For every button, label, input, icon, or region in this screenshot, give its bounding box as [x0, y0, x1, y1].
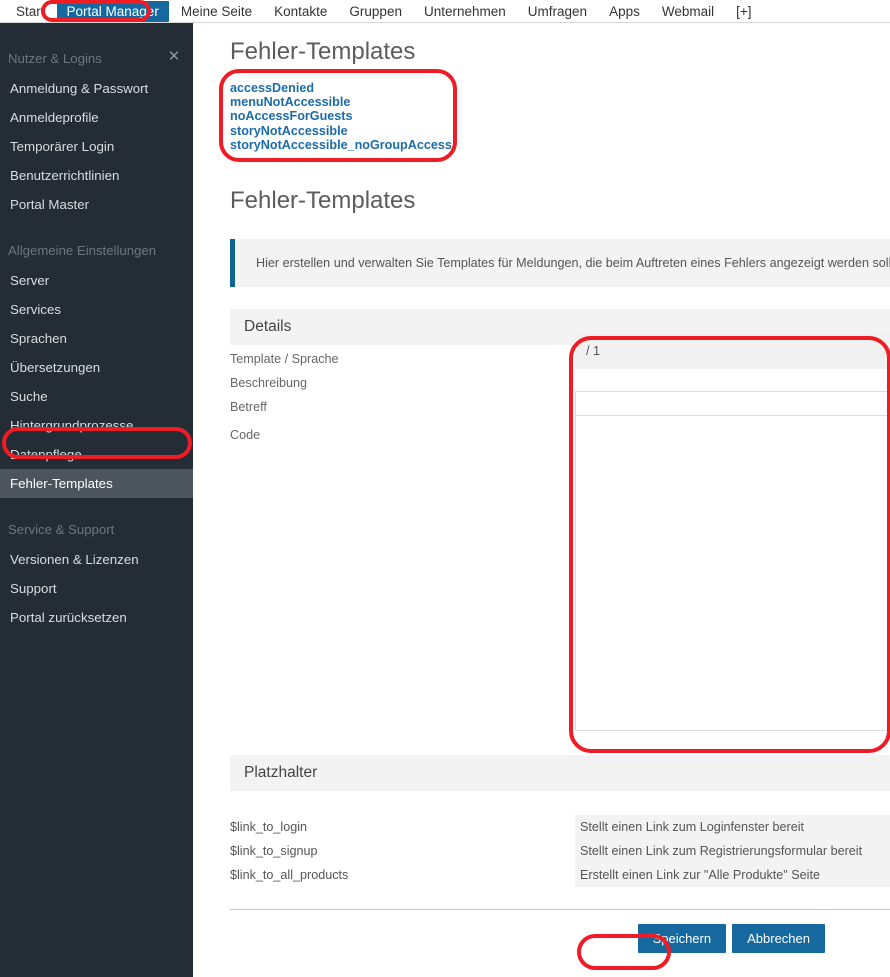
info-box: Hier erstellen und verwalten Sie Templat…: [230, 239, 890, 288]
placeholder-key-link-to-login: $link_to_login: [230, 820, 308, 835]
placeholder-desc-link-to-login: Stellt einen Link zum Loginfenster berei…: [575, 815, 890, 840]
cancel-button[interactable]: Abbrechen: [732, 924, 825, 954]
form-row-beschreibung: Beschreibung: [230, 369, 890, 393]
sidebar-item-temporaerer-login[interactable]: Temporärer Login: [0, 132, 193, 161]
topnav-item-gruppen[interactable]: Gruppen: [339, 1, 412, 22]
code-textarea[interactable]: [575, 415, 890, 732]
save-button[interactable]: Speichern: [637, 924, 727, 954]
topnav-item-add-more[interactable]: [+]: [726, 1, 761, 22]
placeholder-desc-link-to-signup: Stellt einen Link zum Registrierungsform…: [575, 839, 890, 864]
sidebar-group-service-support: Service & Support: [8, 522, 115, 537]
sidebar-item-suche[interactable]: Suche: [0, 382, 193, 411]
app-root: Start Portal Manager Meine Seite Kontakt…: [0, 0, 890, 977]
placeholder-desc-link-to-all-products: Erstellt einen Link zur "Alle Produkte" …: [575, 863, 890, 888]
template-link-noaccessforguests[interactable]: noAccessForGuests: [230, 109, 352, 123]
form-action-bar: Speichern Abbrechen: [230, 924, 890, 954]
topnav-item-kontakte[interactable]: Kontakte: [264, 1, 337, 22]
sidebar-item-datenpflege[interactable]: Datenpflege: [0, 440, 193, 469]
topnav-item-unternehmen[interactable]: Unternehmen: [414, 1, 516, 22]
template-link-storynotaccessible-nogroupaccess[interactable]: storyNotAccessible_noGroupAccess: [230, 138, 452, 152]
topnav-item-portal-manager[interactable]: Portal Manager: [56, 0, 169, 22]
placeholder-key-link-to-all-products: $link_to_all_products: [230, 868, 349, 883]
topnav-item-meine-seite[interactable]: Meine Seite: [171, 1, 262, 22]
template-link-list: accessDenied menuNotAccessible noAccessF…: [193, 67, 890, 152]
placeholder-row-signup: $link_to_signup Stellt einen Link zum Re…: [230, 839, 890, 864]
sidebar-item-server[interactable]: Server: [0, 266, 193, 295]
form-label-template-sprache: Template / Sprache: [230, 352, 339, 367]
topnav-item-apps[interactable]: Apps: [599, 1, 650, 22]
form-label-code: Code: [230, 428, 261, 443]
close-icon[interactable]: ✕: [167, 49, 181, 64]
form-footer-divider: [230, 909, 890, 911]
placeholder-row-all-products: $link_to_all_products Erstellt einen Lin…: [230, 863, 890, 888]
topnav-item-start[interactable]: Start: [6, 1, 55, 22]
sidebar-item-anmeldeprofile[interactable]: Anmeldeprofile: [0, 103, 193, 132]
sidebar-item-uebersetzungen[interactable]: Übersetzungen: [0, 353, 193, 382]
main-content: Fehler-Templates accessDenied menuNotAcc…: [193, 23, 890, 977]
form-label-betreff: Betreff: [230, 400, 267, 415]
placeholder-table: $link_to_login Stellt einen Link zum Log…: [230, 815, 890, 888]
topnav-item-webmail[interactable]: Webmail: [652, 1, 724, 22]
form-label-beschreibung: Beschreibung: [230, 376, 308, 391]
sidebar-item-sprachen[interactable]: Sprachen: [0, 324, 193, 353]
section-title: Fehler-Templates: [230, 187, 416, 215]
sidebar-item-portal-master[interactable]: Portal Master: [0, 190, 193, 219]
template-link-accessdenied[interactable]: accessDenied: [230, 81, 314, 95]
sidebar: ✕ Nutzer & Logins Anmeldung & Passwort A…: [0, 23, 193, 977]
sidebar-item-support[interactable]: Support: [0, 574, 193, 603]
form-row-code: Code: [230, 415, 890, 732]
sidebar-item-services[interactable]: Services: [0, 295, 193, 324]
topnav-item-umfragen[interactable]: Umfragen: [518, 1, 597, 22]
sidebar-item-fehler-templates[interactable]: Fehler-Templates: [0, 469, 193, 498]
template-link-menunotaccessible[interactable]: menuNotAccessible: [230, 95, 350, 109]
sidebar-item-anmeldung-passwort[interactable]: Anmeldung & Passwort: [0, 74, 193, 103]
betreff-input[interactable]: [575, 391, 890, 417]
platzhalter-band-title: Platzhalter: [230, 755, 890, 792]
template-sprache-select[interactable]: / 1: [575, 333, 890, 370]
page-title: Fehler-Templates: [230, 38, 416, 65]
template-link-storynotaccessible[interactable]: storyNotAccessible: [230, 124, 348, 138]
placeholder-key-link-to-signup: $link_to_signup: [230, 844, 318, 859]
form-row-template-sprache: Template / Sprache / 1: [230, 333, 890, 370]
details-form: Template / Sprache / 1 Beschreibung Betr…: [230, 333, 890, 764]
sidebar-group-nutzer-logins: Nutzer & Logins: [8, 51, 102, 66]
sidebar-item-versionen-lizenzen[interactable]: Versionen & Lizenzen: [0, 545, 193, 574]
sidebar-item-benutzerrichtlinien[interactable]: Benutzerrichtlinien: [0, 161, 193, 190]
sidebar-item-hintergrundprozesse[interactable]: Hintergrundprozesse: [0, 411, 193, 440]
placeholder-row-login: $link_to_login Stellt einen Link zum Log…: [230, 815, 890, 840]
top-navigation-bar: Start Portal Manager Meine Seite Kontakt…: [0, 0, 890, 22]
sidebar-item-portal-zuruecksetzen[interactable]: Portal zurücksetzen: [0, 603, 193, 632]
sidebar-group-allgemeine-einstellungen: Allgemeine Einstellungen: [8, 243, 157, 258]
